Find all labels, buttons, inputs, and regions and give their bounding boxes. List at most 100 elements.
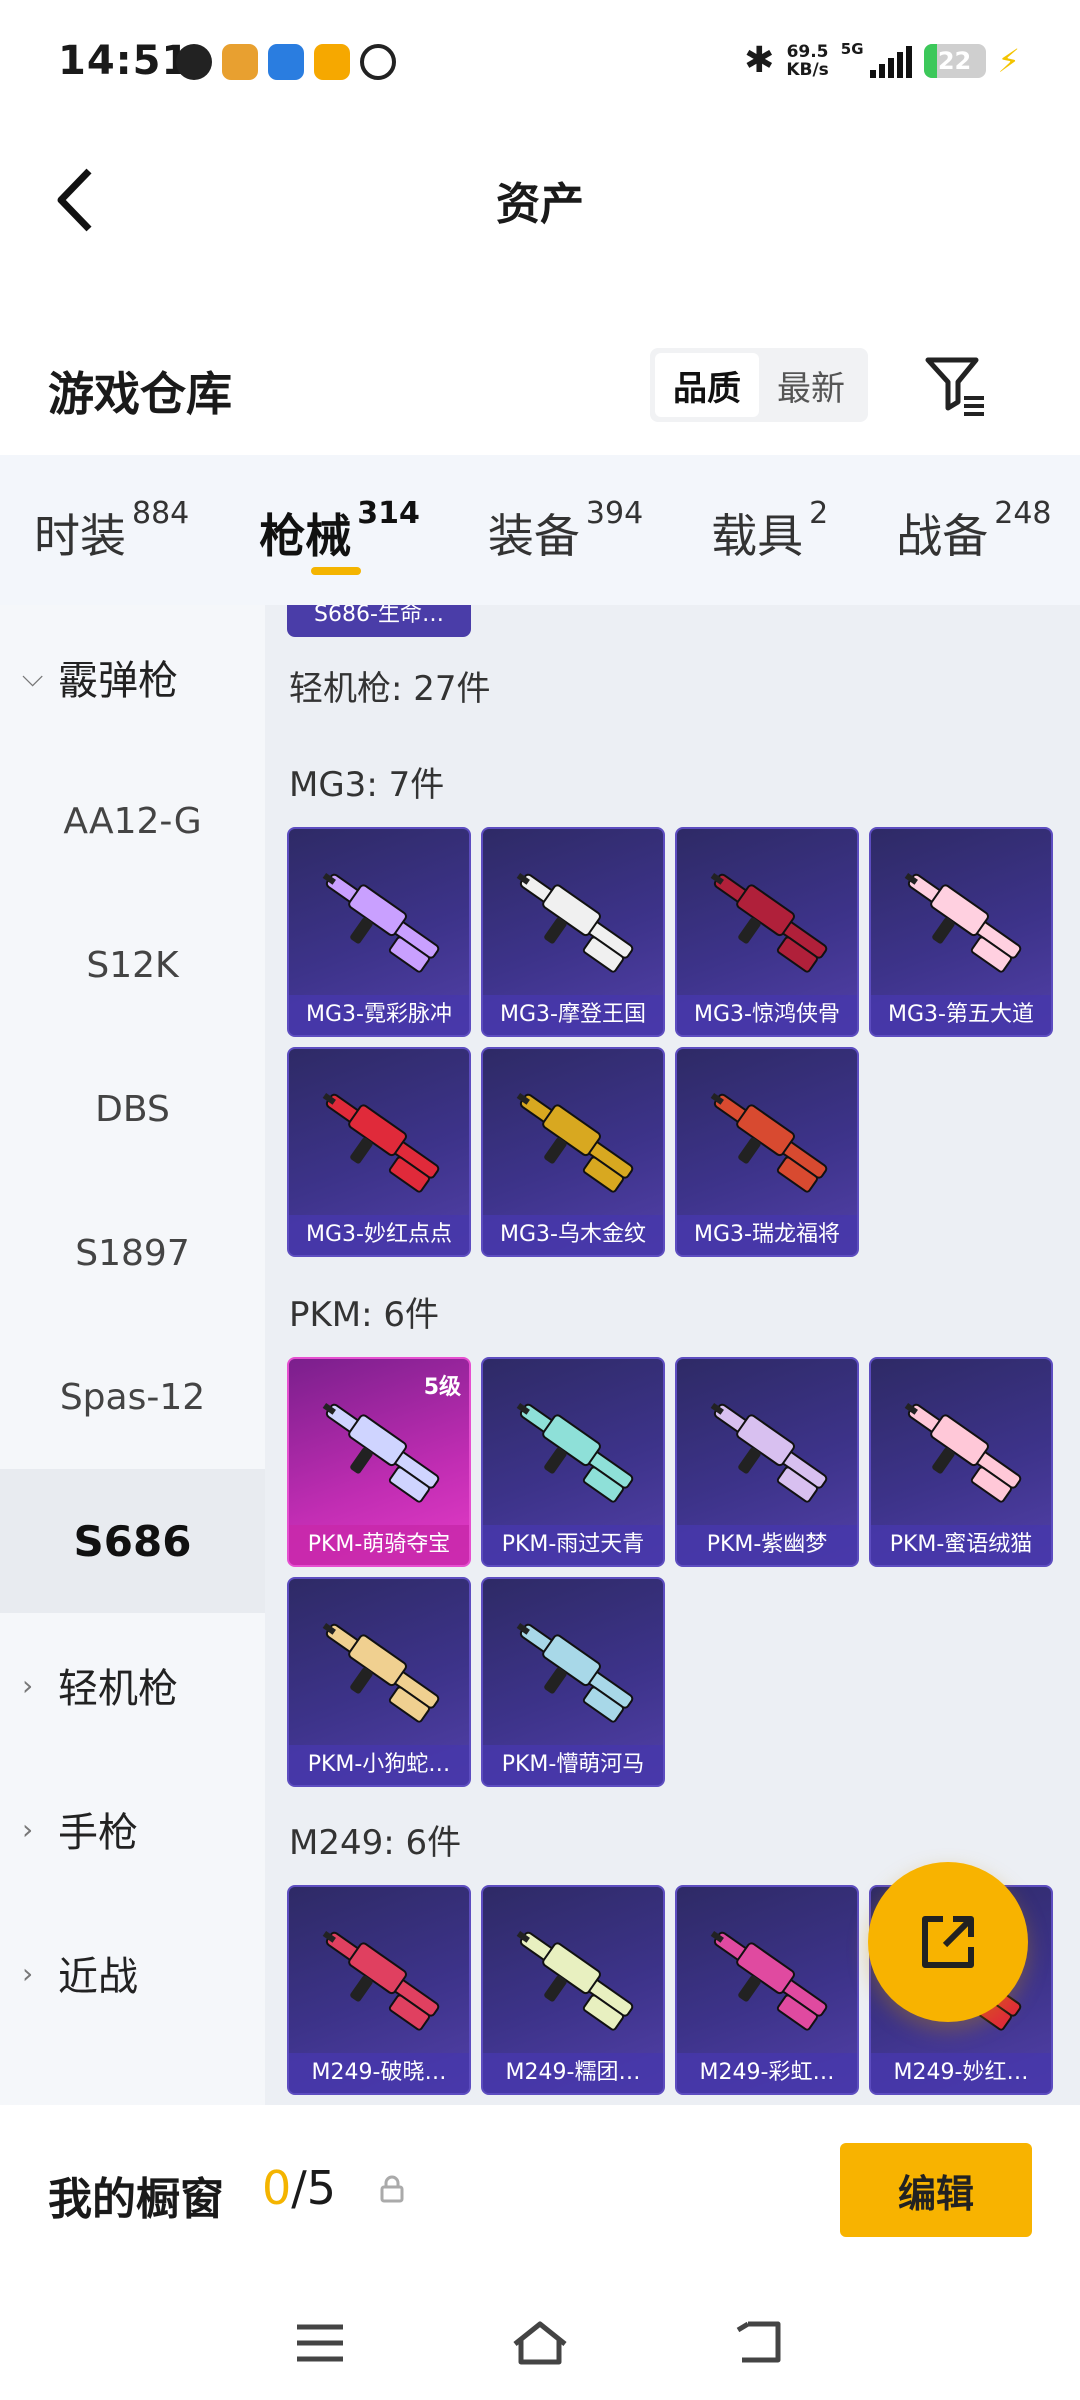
share-icon xyxy=(922,1916,974,1968)
showcase-title: 我的橱窗 xyxy=(48,2174,224,2225)
sidebar-item-melee[interactable]: › 近战 xyxy=(0,1901,265,2045)
chevron-right-icon: › xyxy=(22,1668,34,1702)
tab-gear[interactable]: 战备 248 xyxy=(896,455,1051,605)
weapon-skin-icon xyxy=(516,872,634,973)
weapon-skin-icon xyxy=(322,872,440,973)
sidebar-item-aa12g[interactable]: AA12-G xyxy=(0,749,265,893)
weapon-skin-icon xyxy=(710,1092,828,1193)
warehouse-header: 游戏仓库 品质 最新 xyxy=(0,330,1080,450)
app-notification-icon xyxy=(268,44,304,80)
weapon-card-label: PKM-小狗蛇… xyxy=(289,1745,469,1785)
network-type: 5G xyxy=(840,39,864,58)
level-badge: 5级 xyxy=(423,1375,461,1400)
weapon-card[interactable]: PKM-小狗蛇… xyxy=(287,1577,471,1787)
edit-button[interactable]: 编辑 xyxy=(840,2143,1032,2237)
net-speed: 69.5 KB/s xyxy=(786,41,829,80)
weapon-skin-icon xyxy=(516,1622,634,1723)
weapon-card[interactable]: 5级 PKM-萌骑夺宝 xyxy=(287,1357,471,1567)
sort-option-newest[interactable]: 最新 xyxy=(759,353,863,417)
showcase-bar: 我的橱窗 0/5 编辑 xyxy=(0,2105,1080,2285)
weapon-skin-icon xyxy=(710,872,828,973)
weapon-card-label: M249-糯团… xyxy=(483,2053,663,2093)
weapon-skin-icon xyxy=(322,1930,440,2031)
group-header-m249: M249: 6件 xyxy=(289,1823,462,1863)
category-tabs: 时装 884 枪械 314 装备 394 载具 2 战备 248 xyxy=(0,455,1080,605)
bluetooth-icon: ✱ xyxy=(744,40,775,81)
tab-firearms[interactable]: 枪械 314 xyxy=(259,455,420,605)
weapon-skin-icon xyxy=(516,1930,634,2031)
tab-fashion[interactable]: 时装 884 xyxy=(34,455,189,605)
app-notification-icon xyxy=(314,44,350,80)
menu-icon xyxy=(297,2324,343,2361)
weapon-card[interactable]: MG3-惊鸿侠骨 xyxy=(675,827,859,1037)
weapon-card[interactable]: PKM-紫幽梦 xyxy=(675,1357,859,1567)
weapon-card[interactable]: MG3-瑞龙福将 xyxy=(675,1047,859,1257)
weapon-card-label: MG3-霓彩脉冲 xyxy=(289,995,469,1035)
weapon-skin-icon xyxy=(710,1930,828,2031)
sidebar-item-pistol[interactable]: › 手枪 xyxy=(0,1757,265,1901)
weapon-skin-icon xyxy=(904,1402,1022,1503)
weapon-card-label: MG3-第五大道 xyxy=(871,995,1051,1035)
weapon-card[interactable]: MG3-妙红点点 xyxy=(287,1047,471,1257)
previous-item-card[interactable]: S686-生命… xyxy=(287,605,471,637)
back-nav-button[interactable] xyxy=(720,2308,800,2378)
weapon-card-label: MG3-瑞龙福将 xyxy=(677,1215,857,1255)
weapon-grid-mg3: MG3-霓彩脉冲 MG3-摩登王国 MG3-惊鸿侠骨 MG3-第五大道 MG3-妙红点点… xyxy=(287,827,1053,1257)
sidebar-item-shotgun[interactable]: ⌵ 霰弹枪 xyxy=(0,605,265,749)
weapon-card[interactable]: MG3-第五大道 xyxy=(869,827,1053,1037)
sidebar-item-lmg[interactable]: › 轻机枪 xyxy=(0,1613,265,1757)
weapon-card-label: PKM-紫幽梦 xyxy=(677,1525,857,1565)
sidebar-item-s686[interactable]: S686 xyxy=(0,1469,265,1613)
weapon-card-label: MG3-摩登王国 xyxy=(483,995,663,1035)
weapon-skin-icon xyxy=(516,1092,634,1193)
weapon-skin-icon xyxy=(322,1402,440,1503)
sidebar-item-s12k[interactable]: S12K xyxy=(0,893,265,1037)
home-button[interactable] xyxy=(500,2308,580,2378)
page-title: 资产 xyxy=(496,179,584,230)
weapon-card[interactable]: PKM-蜜语绒猫 xyxy=(869,1357,1053,1567)
weapon-card[interactable]: M249-糯团… xyxy=(481,1885,665,2095)
recent-apps-button[interactable] xyxy=(280,2308,360,2378)
status-bar: 14:51 ✱ 69.5 KB/s 5G 22 ⚡ xyxy=(0,0,1080,120)
sidebar-item-dbs[interactable]: DBS xyxy=(0,1037,265,1181)
weapon-card[interactable]: PKM-雨过天青 xyxy=(481,1357,665,1567)
group-header-mg3: MG3: 7件 xyxy=(289,765,445,805)
filter-button[interactable] xyxy=(920,350,990,420)
tab-vehicles[interactable]: 载具 2 xyxy=(711,455,828,605)
group-header-pkm: PKM: 6件 xyxy=(289,1295,440,1335)
weapon-card-label: PKM-雨过天青 xyxy=(483,1525,663,1565)
weapon-card-label: PKM-蜜语绒猫 xyxy=(871,1525,1051,1565)
weapon-card-label: MG3-惊鸿侠骨 xyxy=(677,995,857,1035)
weapon-card[interactable]: MG3-摩登王国 xyxy=(481,827,665,1037)
showcase-count: 0/5 xyxy=(262,2161,337,2215)
weapon-card-label: PKM-萌骑夺宝 xyxy=(289,1525,469,1565)
sidebar-item-spas12[interactable]: Spas-12 xyxy=(0,1325,265,1469)
weapon-card[interactable]: M249-彩虹… xyxy=(675,1885,859,2095)
title-bar: 资产 xyxy=(0,140,1080,260)
weapon-skin-icon xyxy=(710,1402,828,1503)
weapon-card[interactable]: MG3-乌木金纹 xyxy=(481,1047,665,1257)
weapon-card-label: MG3-乌木金纹 xyxy=(483,1215,663,1255)
weapon-card[interactable]: M249-破晓… xyxy=(287,1885,471,2095)
weapon-card-label: M249-破晓… xyxy=(289,2053,469,2093)
weapon-card[interactable]: PKM-懵萌河马 xyxy=(481,1577,665,1787)
active-tab-indicator xyxy=(311,567,362,575)
lock-icon xyxy=(380,2175,404,2203)
weapon-skin-icon xyxy=(516,1402,634,1503)
app-notification-icon xyxy=(360,44,396,80)
chevron-right-icon: › xyxy=(22,1812,34,1846)
sidebar-item-s1897[interactable]: S1897 xyxy=(0,1181,265,1325)
weapon-card-label: M249-彩虹… xyxy=(677,2053,857,2093)
charging-icon: ⚡ xyxy=(997,41,1020,80)
share-fab-button[interactable] xyxy=(868,1862,1028,2022)
sort-option-quality[interactable]: 品质 xyxy=(655,353,759,417)
weapon-card-label: M249-妙红… xyxy=(871,2053,1051,2093)
battery-icon: 22 xyxy=(923,43,986,78)
sort-toggle: 品质 最新 xyxy=(650,348,868,422)
tab-equipment[interactable]: 装备 394 xyxy=(488,455,643,605)
weapon-card-label: PKM-懵萌河马 xyxy=(483,1745,663,1785)
weapon-skin-icon xyxy=(322,1092,440,1193)
chevron-right-icon: › xyxy=(22,1956,34,1990)
weapon-card[interactable]: MG3-霓彩脉冲 xyxy=(287,827,471,1037)
weapon-skin-icon xyxy=(322,1622,440,1723)
